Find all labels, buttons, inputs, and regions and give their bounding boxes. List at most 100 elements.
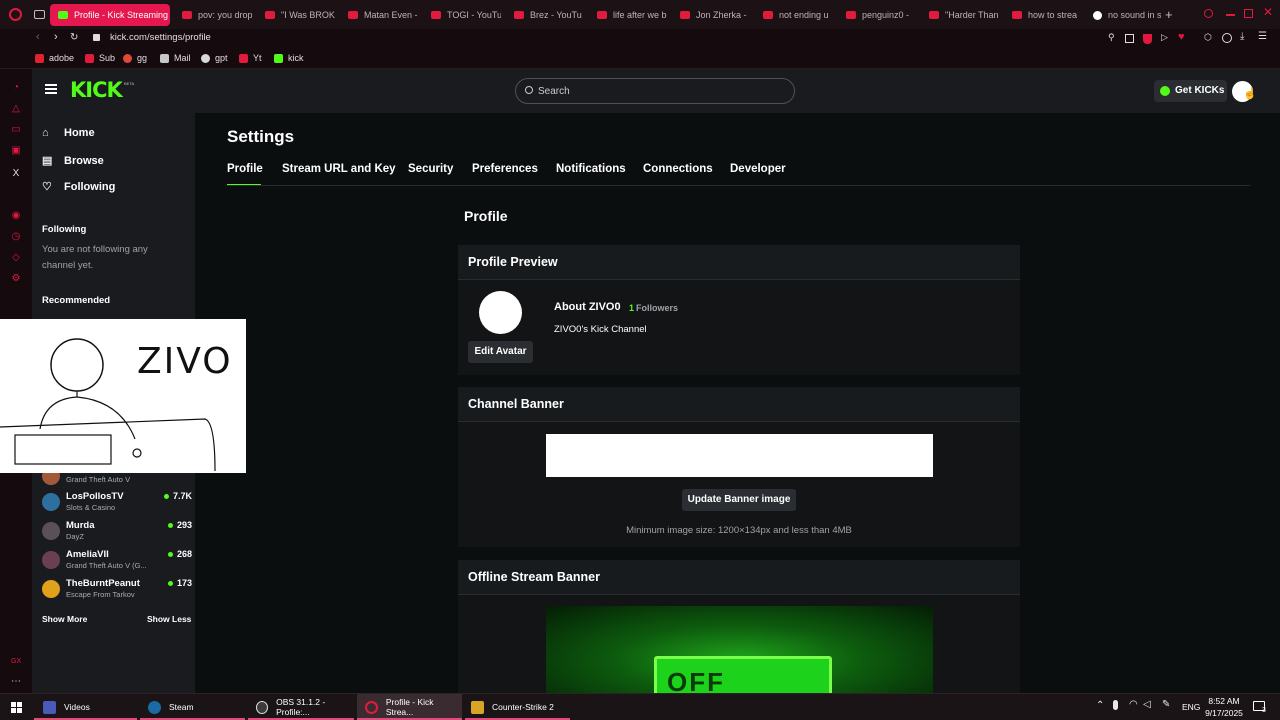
pen-icon[interactable]: ✎ xyxy=(1162,699,1170,710)
browser-tab[interactable]: Brez - YouTu xyxy=(506,4,584,26)
tab-label: Brez - YouTu xyxy=(530,10,582,20)
recommended-channel[interactable]: TheBurntPeanut Escape From Tarkov 173 xyxy=(42,578,192,604)
get-kicks-button[interactable]: Get KICKs xyxy=(1154,80,1227,102)
tab-connections[interactable]: Connections xyxy=(643,163,713,175)
search-tabs-icon[interactable] xyxy=(1204,9,1213,18)
notification-count-badge: 3 xyxy=(1262,707,1266,714)
bookmark-yt[interactable]: Yt xyxy=(239,53,262,63)
browser-tab[interactable]: no sound in s xyxy=(1085,4,1161,26)
recommended-channel[interactable]: Murda DayZ 293 xyxy=(42,520,192,546)
taskbar-item-videos[interactable]: Videos xyxy=(34,694,137,720)
messenger-icon[interactable]: ▭ xyxy=(11,125,21,135)
pin-icon[interactable]: ⚲ xyxy=(1108,32,1115,43)
tab-security[interactable]: Security xyxy=(408,163,453,175)
tab-stream-url-key[interactable]: Stream URL and Key xyxy=(282,163,396,175)
home-icon: ⌂ xyxy=(42,127,49,139)
reload-icon[interactable]: ↻ xyxy=(70,32,78,43)
browser-tab[interactable]: how to strea xyxy=(1004,4,1082,26)
site-lock-icon[interactable] xyxy=(93,34,100,41)
nav-following[interactable]: ♡ Following xyxy=(42,180,115,194)
browser-tab[interactable]: TOGI - YouTu xyxy=(423,4,501,26)
search-input[interactable]: Search xyxy=(515,78,795,104)
browser-tab[interactable]: "Harder Than xyxy=(921,4,999,26)
get-kicks-label: Get KICKs xyxy=(1175,85,1225,96)
tray-overflow-icon[interactable]: ⌃ xyxy=(1096,700,1104,711)
browser-tab[interactable]: penguinz0 - xyxy=(838,4,916,26)
bookmark-adobe[interactable]: adobe xyxy=(35,53,74,63)
bookmark-gpt[interactable]: gpt xyxy=(201,53,228,63)
hamburger-menu-icon[interactable] xyxy=(45,84,57,94)
taskbar-item-browser[interactable]: Profile - Kick Strea... xyxy=(357,694,462,720)
nav-home-label: Home xyxy=(64,127,95,139)
tab-notifications[interactable]: Notifications xyxy=(556,163,626,175)
tab-menu-icon[interactable] xyxy=(34,10,45,19)
show-less-button[interactable]: Show Less xyxy=(147,614,191,624)
browser-tab[interactable]: Matan Even - xyxy=(340,4,418,26)
history-icon[interactable]: ◷ xyxy=(11,232,21,242)
start-windows-icon[interactable] xyxy=(11,702,22,713)
crypto-wallet-icon[interactable]: △ xyxy=(11,104,21,114)
clock-time[interactable]: 8:52 AM xyxy=(1200,696,1248,706)
browse-icon: ▤ xyxy=(42,155,53,167)
videos-app-icon xyxy=(43,700,56,714)
new-tab-button[interactable]: + xyxy=(1165,7,1173,22)
easy-setup-icon[interactable]: ☰ xyxy=(1258,31,1267,42)
bookmark-sub[interactable]: Sub xyxy=(85,53,115,63)
aria-icon[interactable]: ◔ xyxy=(11,83,21,93)
back-icon[interactable]: ‹ xyxy=(36,31,40,43)
gx-icon[interactable]: GX xyxy=(11,657,21,667)
browser-tab[interactable]: life after we b xyxy=(589,4,667,26)
taskbar-item-cs2[interactable]: Counter-Strike 2 xyxy=(465,694,570,720)
avatar xyxy=(42,493,60,511)
shield-icon[interactable] xyxy=(1143,34,1152,44)
player-icon[interactable]: ◉ xyxy=(11,211,21,221)
pinboard-icon[interactable]: ◇ xyxy=(11,253,21,263)
bookmark-gg[interactable]: gg xyxy=(123,53,147,63)
recommended-channel[interactable]: AmeliaVII Grand Theft Auto V (G... 268 xyxy=(42,549,192,575)
close-icon[interactable]: ✕ xyxy=(1263,5,1273,19)
minimize-icon[interactable] xyxy=(1226,14,1235,16)
bookmark-kick[interactable]: kick xyxy=(274,53,304,63)
forward-icon[interactable]: › xyxy=(54,31,58,43)
microphone-icon[interactable] xyxy=(1113,700,1118,710)
nav-browse[interactable]: ▤ Browse xyxy=(42,154,104,168)
recommended-channel[interactable]: LosPollosTV Slots & Casino 7.7K xyxy=(42,491,192,517)
bookmark-mail[interactable]: Mail xyxy=(160,53,191,63)
taskbar-item-obs[interactable]: OBS 31.1.2 - Profile:... xyxy=(248,694,354,720)
x-twitter-icon[interactable]: X xyxy=(11,169,21,179)
browser-tab[interactable]: pov: you drop xyxy=(174,4,252,26)
volume-icon[interactable]: ◁ xyxy=(1143,699,1151,710)
heart-icon[interactable]: ♥ xyxy=(1178,31,1185,43)
channel-category: Escape From Tarkov xyxy=(66,590,135,599)
more-icon[interactable]: ⋯ xyxy=(11,677,21,687)
browser-tab[interactable]: "I Was BROKE xyxy=(257,4,335,26)
tab-profile[interactable]: Profile xyxy=(227,163,263,175)
browser-tab[interactable]: not ending u xyxy=(755,4,833,26)
wifi-icon[interactable]: ◠ xyxy=(1129,699,1138,710)
download-icon[interactable]: ⤓ xyxy=(1240,31,1244,42)
tab-active[interactable]: Profile - Kick Streaming xyxy=(50,4,170,26)
play-icon[interactable]: ▷ xyxy=(1161,32,1168,43)
offline-banner-preview: OFF xyxy=(546,606,933,693)
account-icon[interactable] xyxy=(1222,33,1232,43)
kick-logo[interactable]: KICK xyxy=(70,78,123,102)
url-field[interactable]: kick.com/settings/profile xyxy=(110,32,211,43)
show-more-button[interactable]: Show More xyxy=(42,614,87,624)
language-indicator[interactable]: ENG xyxy=(1182,702,1200,712)
extensions-icon[interactable]: ⬡ xyxy=(1204,32,1212,43)
opera-logo-icon[interactable] xyxy=(9,8,22,21)
clock-date[interactable]: 9/17/2025 xyxy=(1200,708,1248,718)
maximize-icon[interactable] xyxy=(1244,9,1253,18)
nav-home[interactable]: ⌂ Home xyxy=(42,127,95,139)
edit-avatar-button[interactable]: Edit Avatar xyxy=(468,341,533,363)
taskbar-item-steam[interactable]: Steam xyxy=(140,694,245,720)
tab-developer[interactable]: Developer xyxy=(730,163,786,175)
browser-tab[interactable]: Jon Zherka - xyxy=(672,4,750,26)
bookmark-label: kick xyxy=(288,53,304,63)
workspace-icon[interactable]: ▣ xyxy=(11,146,21,156)
tab-preferences[interactable]: Preferences xyxy=(472,163,538,175)
settings-icon[interactable]: ⚙ xyxy=(11,274,21,284)
update-banner-button[interactable]: Update Banner image xyxy=(682,489,796,511)
youtube-favicon-icon xyxy=(597,11,607,19)
snapshot-icon[interactable] xyxy=(1125,34,1134,43)
